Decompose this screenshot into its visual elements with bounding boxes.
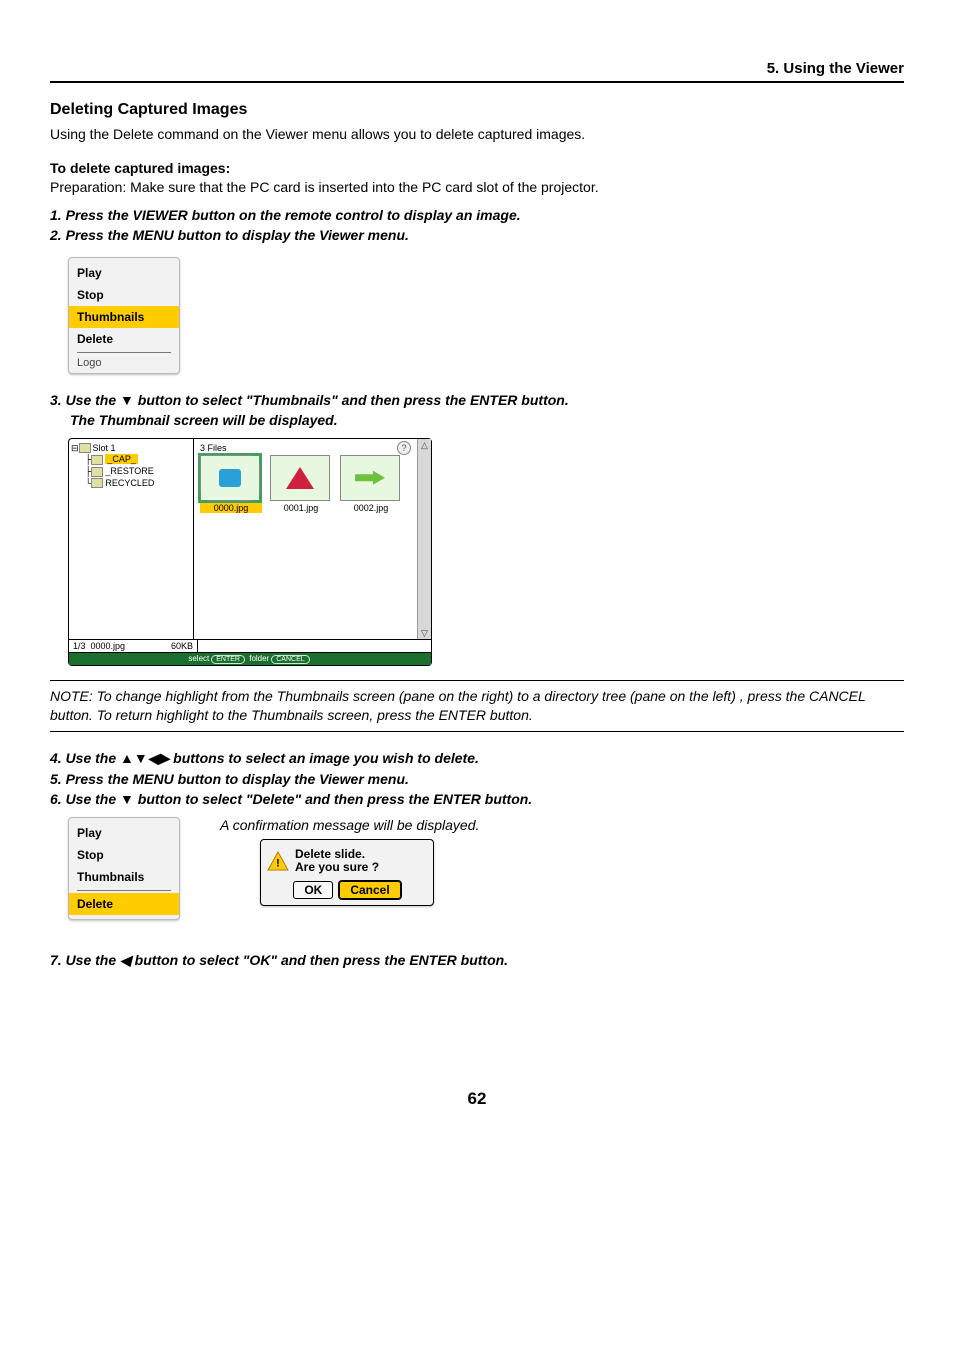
scroll-down-icon[interactable]: ▽ — [421, 627, 428, 639]
status-bar: 1/3 0000.jpg 60KB — [69, 639, 431, 652]
tree-folder-recycled[interactable]: └RECYCLED — [71, 478, 191, 490]
section-title: Deleting Captured Images — [50, 101, 904, 119]
thumbnail-label-0: 0000.jpg — [200, 503, 262, 513]
step-2: 2. Press the MENU button to display the … — [50, 227, 904, 243]
hint-folder: folder — [249, 654, 269, 663]
thumbnail-image-1 — [270, 455, 330, 501]
chapter-header: 5. Using the Viewer — [50, 60, 904, 83]
step-3-sub: The Thumbnail screen will be displayed. — [70, 412, 904, 428]
arrow-shape-icon — [355, 471, 385, 485]
help-icon[interactable]: ? — [397, 441, 411, 455]
status-size: 60KB — [171, 641, 193, 651]
confirm-line1: Delete slide. — [295, 847, 365, 861]
page-number: 62 — [50, 1089, 904, 1109]
tree-folder-cap[interactable]: ├_CAP_ — [71, 454, 191, 466]
step-4: 4. Use the ▲▼◀▶ buttons to select an ima… — [50, 750, 904, 767]
confirm-line2: Are you sure ? — [295, 860, 379, 874]
thumbnail-label-1: 0001.jpg — [270, 503, 332, 513]
step-3: 3. Use the ▼ button to select "Thumbnail… — [50, 392, 904, 408]
thumbnail-item-2[interactable]: 0002.jpg — [340, 455, 402, 513]
page: 5. Using the Viewer Deleting Captured Im… — [0, 0, 954, 1149]
scrollbar[interactable]: △ ▽ — [417, 439, 431, 639]
step-6-figures: Play Stop Thumbnails Delete A confirmati… — [50, 811, 904, 938]
hint-enter-key: ENTER — [211, 655, 245, 664]
confirm-dialog: ! Delete slide. Are you sure ? OK Cancel — [260, 839, 434, 907]
status-file: 0000.jpg — [91, 641, 126, 651]
tree-root[interactable]: ⊟Slot 1 — [71, 443, 191, 455]
menu-item-delete[interactable]: Delete — [69, 328, 179, 350]
hint-bar: selectENTER folderCANCEL — [69, 652, 431, 665]
step-7: 7. Use the ◀ button to select "OK" and t… — [50, 952, 904, 969]
step-5: 5. Press the MENU button to display the … — [50, 771, 904, 787]
viewer-menu-figure-2: Play Stop Thumbnails Delete — [68, 817, 180, 920]
note-rule-top — [50, 680, 904, 681]
subheading: To delete captured images: — [50, 160, 904, 176]
scroll-up-icon[interactable]: △ — [421, 439, 428, 451]
menu2-item-thumbnails[interactable]: Thumbnails — [69, 866, 179, 888]
ok-button[interactable]: OK — [293, 881, 333, 899]
status-right — [198, 640, 431, 652]
thumbnail-label-2: 0002.jpg — [340, 503, 402, 513]
thumbnail-image-0 — [200, 455, 260, 501]
thumbnail-image-2 — [340, 455, 400, 501]
menu-item-stop[interactable]: Stop — [69, 284, 179, 306]
thumbnail-item-0[interactable]: 0000.jpg — [200, 455, 262, 513]
square-shape-icon — [219, 469, 241, 487]
cancel-button[interactable]: Cancel — [339, 881, 400, 899]
menu2-item-stop[interactable]: Stop — [69, 844, 179, 866]
preparation-text: Preparation: Make sure that the PC card … — [50, 178, 904, 197]
viewer-menu-figure-1: Play Stop Thumbnails Delete Logo — [68, 257, 180, 374]
menu2-separator — [77, 890, 171, 891]
note-text: NOTE: To change highlight from the Thumb… — [50, 687, 904, 725]
menu2-item-play[interactable]: Play — [69, 822, 179, 844]
tree-folder-restore[interactable]: ├_RESTORE — [71, 466, 191, 478]
thumbnail-item-1[interactable]: 0001.jpg — [270, 455, 332, 513]
confirm-message: Delete slide. Are you sure ? — [295, 848, 379, 876]
warning-icon: ! — [267, 851, 289, 871]
step-1: 1. Press the VIEWER button on the remote… — [50, 207, 904, 223]
file-count: 3 Files — [200, 443, 415, 453]
triangle-shape-icon — [286, 467, 314, 489]
intro-paragraph: Using the Delete command on the Viewer m… — [50, 125, 904, 144]
menu2-item-delete[interactable]: Delete — [69, 893, 179, 915]
menu-item-logo-cutoff: Logo — [69, 355, 179, 369]
chapter-title: 5. Using the Viewer — [767, 60, 904, 77]
menu-separator — [77, 352, 171, 353]
step-6: 6. Use the ▼ button to select "Delete" a… — [50, 791, 904, 807]
status-index: 1/3 — [73, 641, 86, 651]
step-6-note: A confirmation message will be displayed… — [220, 817, 904, 833]
note-rule-bottom — [50, 731, 904, 732]
directory-tree[interactable]: ⊟Slot 1 ├_CAP_ ├_RESTORE └RECYCLED — [69, 439, 194, 639]
hint-cancel-key: CANCEL — [271, 655, 309, 664]
menu-item-thumbnails[interactable]: Thumbnails — [69, 306, 179, 328]
svg-text:!: ! — [276, 858, 280, 870]
status-left: 1/3 0000.jpg 60KB — [69, 640, 198, 652]
thumbnails-pane[interactable]: ? 3 Files 0000.jpg 0001.jpg — [194, 439, 431, 639]
thumbnail-window-figure: ⊟Slot 1 ├_CAP_ ├_RESTORE └RECYCLED ? 3 F… — [68, 438, 432, 666]
hint-select: select — [188, 654, 209, 663]
menu-item-play[interactable]: Play — [69, 262, 179, 284]
